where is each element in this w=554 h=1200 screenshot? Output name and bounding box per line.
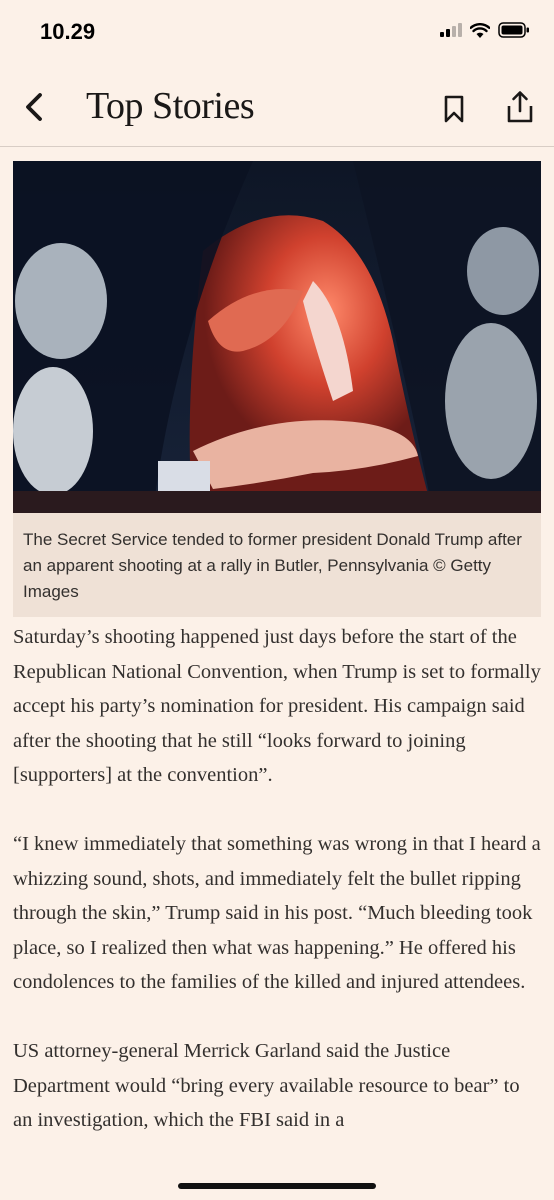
article-body: Saturday’s shooting happened just days b… <box>13 620 543 1172</box>
article-paragraph: Saturday’s shooting happened just days b… <box>13 626 541 787</box>
home-indicator[interactable] <box>178 1183 376 1189</box>
share-button[interactable] <box>505 90 535 124</box>
article-paragraph: US attorney-general Merrick Garland said… <box>13 1039 520 1132</box>
article-photo <box>13 161 541 513</box>
chevron-left-icon <box>26 93 42 121</box>
nav-bar: Top Stories <box>0 66 554 147</box>
article-figure: The Secret Service tended to former pres… <box>13 161 541 617</box>
page-title: Top Stories <box>86 85 255 127</box>
share-icon <box>507 91 533 123</box>
bookmark-button[interactable] <box>440 94 468 124</box>
battery-icon <box>498 22 530 38</box>
status-icons <box>440 22 530 38</box>
status-time: 10.29 <box>40 19 96 44</box>
signal-icon <box>440 23 462 37</box>
back-button[interactable] <box>20 90 52 124</box>
bookmark-icon <box>444 95 464 123</box>
wifi-icon <box>470 22 490 38</box>
photo-caption: The Secret Service tended to former pres… <box>13 513 541 617</box>
article-paragraph: “I knew immediately that something was w… <box>13 832 541 994</box>
status-bar: 10.29 <box>0 0 554 66</box>
